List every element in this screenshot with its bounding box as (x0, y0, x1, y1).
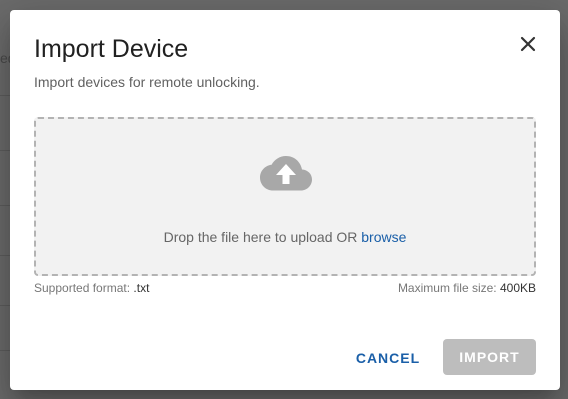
max-file-size: Maximum file size: 400KB (398, 281, 536, 295)
dropzone-text: Drop the file here to upload OR (163, 229, 362, 245)
max-file-size-label: Maximum file size: (397, 281, 497, 295)
file-dropzone[interactable]: Drop the file here to upload OR browse (34, 117, 536, 276)
close-icon (520, 36, 536, 52)
supported-format: Supported format: .txt (34, 281, 149, 295)
dropzone-instructions: Drop the file here to upload OR browse (36, 229, 534, 245)
supported-format-value: .txt (133, 281, 150, 295)
cloud-upload-icon (260, 156, 312, 191)
cancel-button[interactable]: CANCEL (346, 340, 430, 376)
close-button[interactable] (514, 30, 542, 58)
max-file-size-value: 400KB (499, 281, 536, 295)
dialog-title: Import Device (34, 35, 189, 63)
dialog-subtitle: Import devices for remote unlocking. (34, 74, 260, 90)
import-button[interactable]: IMPORT (443, 339, 536, 375)
supported-format-label: Supported format: (34, 281, 131, 295)
browse-link[interactable]: browse (361, 229, 406, 245)
import-device-dialog: Import Device Import devices for remote … (10, 10, 560, 390)
